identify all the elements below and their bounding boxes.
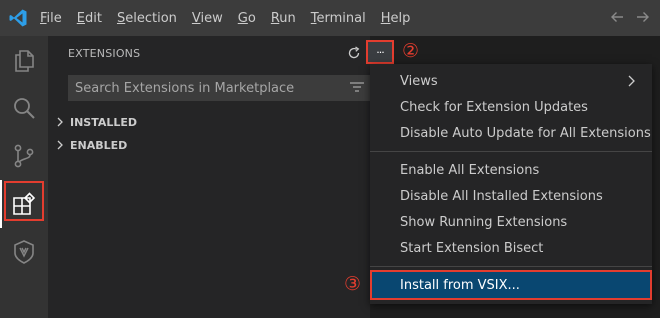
menu-item-check-updates[interactable]: Check for Extension Updates [370,94,652,120]
explorer-icon[interactable] [0,36,48,84]
menu-item-label: Show Running Extensions [400,214,568,230]
more-actions-label: ··· [376,45,384,59]
menu-item-start-bisect[interactable]: Start Extension Bisect [370,235,652,261]
title-bar: File Edit Selection View Go Run Terminal… [0,0,660,36]
menu-view[interactable]: View [192,11,223,26]
sidebar-title: EXTENSIONS [68,47,141,60]
menu-item-label: Disable All Installed Extensions [400,188,603,204]
menu-item-label: Install from VSIX... [400,277,520,293]
activity-bar [0,36,48,318]
menu-edit[interactable]: Edit [77,11,102,26]
search-icon[interactable] [0,84,48,132]
menu-item-label: Views [400,73,438,89]
menu-help[interactable]: Help [381,11,411,26]
vue-icon[interactable] [0,228,48,276]
menu-separator [370,266,652,267]
extensions-search-box [68,75,370,101]
vscode-logo-icon [9,9,27,27]
menu-item-disable-all-installed[interactable]: Disable All Installed Extensions [370,183,652,209]
filter-icon[interactable] [349,80,365,96]
section-installed-label: INSTALLED [70,115,138,129]
extensions-context-menu: Views Check for Extension Updates Disabl… [370,64,652,304]
extensions-highlight-box [4,181,44,221]
menu-item-label: Disable Auto Update for All Extensions [400,125,651,141]
forward-arrow-icon[interactable] [634,8,652,26]
menu-terminal[interactable]: Terminal [311,11,366,26]
menu-item-enable-all[interactable]: Enable All Extensions [370,157,652,183]
annotation-3: ③ [344,273,362,295]
menu-item-label: Enable All Extensions [400,162,540,178]
back-arrow-icon[interactable] [608,8,626,26]
chevron-right-icon [57,140,63,150]
menu-bar: File Edit Selection View Go Run Terminal… [40,0,425,36]
chevron-right-icon [628,75,635,87]
menu-selection[interactable]: Selection [117,11,177,26]
menu-item-label: Check for Extension Updates [400,99,588,115]
extensions-sidebar: EXTENSIONS INSTALLED ENABLED [48,36,370,318]
menu-item-install-from-vsix[interactable]: Install from VSIX... [370,270,652,300]
menu-item-label: Start Extension Bisect [400,240,544,256]
source-control-icon[interactable] [0,132,48,180]
chevron-right-icon [57,117,63,127]
section-installed[interactable]: INSTALLED [52,111,370,133]
annotation-2: ② [402,40,420,62]
refresh-icon[interactable] [346,45,362,61]
menu-item-views[interactable]: Views [370,68,652,94]
extensions-search-input[interactable] [68,75,338,101]
section-enabled[interactable]: ENABLED [52,134,370,156]
menu-file[interactable]: File [40,11,62,26]
more-actions-button[interactable]: ··· [366,40,394,64]
section-enabled-label: ENABLED [70,138,128,152]
menu-go[interactable]: Go [238,11,256,26]
menu-separator [370,151,652,152]
menu-item-disable-auto-update[interactable]: Disable Auto Update for All Extensions [370,120,652,146]
menu-run[interactable]: Run [271,11,296,26]
menu-item-show-running[interactable]: Show Running Extensions [370,209,652,235]
